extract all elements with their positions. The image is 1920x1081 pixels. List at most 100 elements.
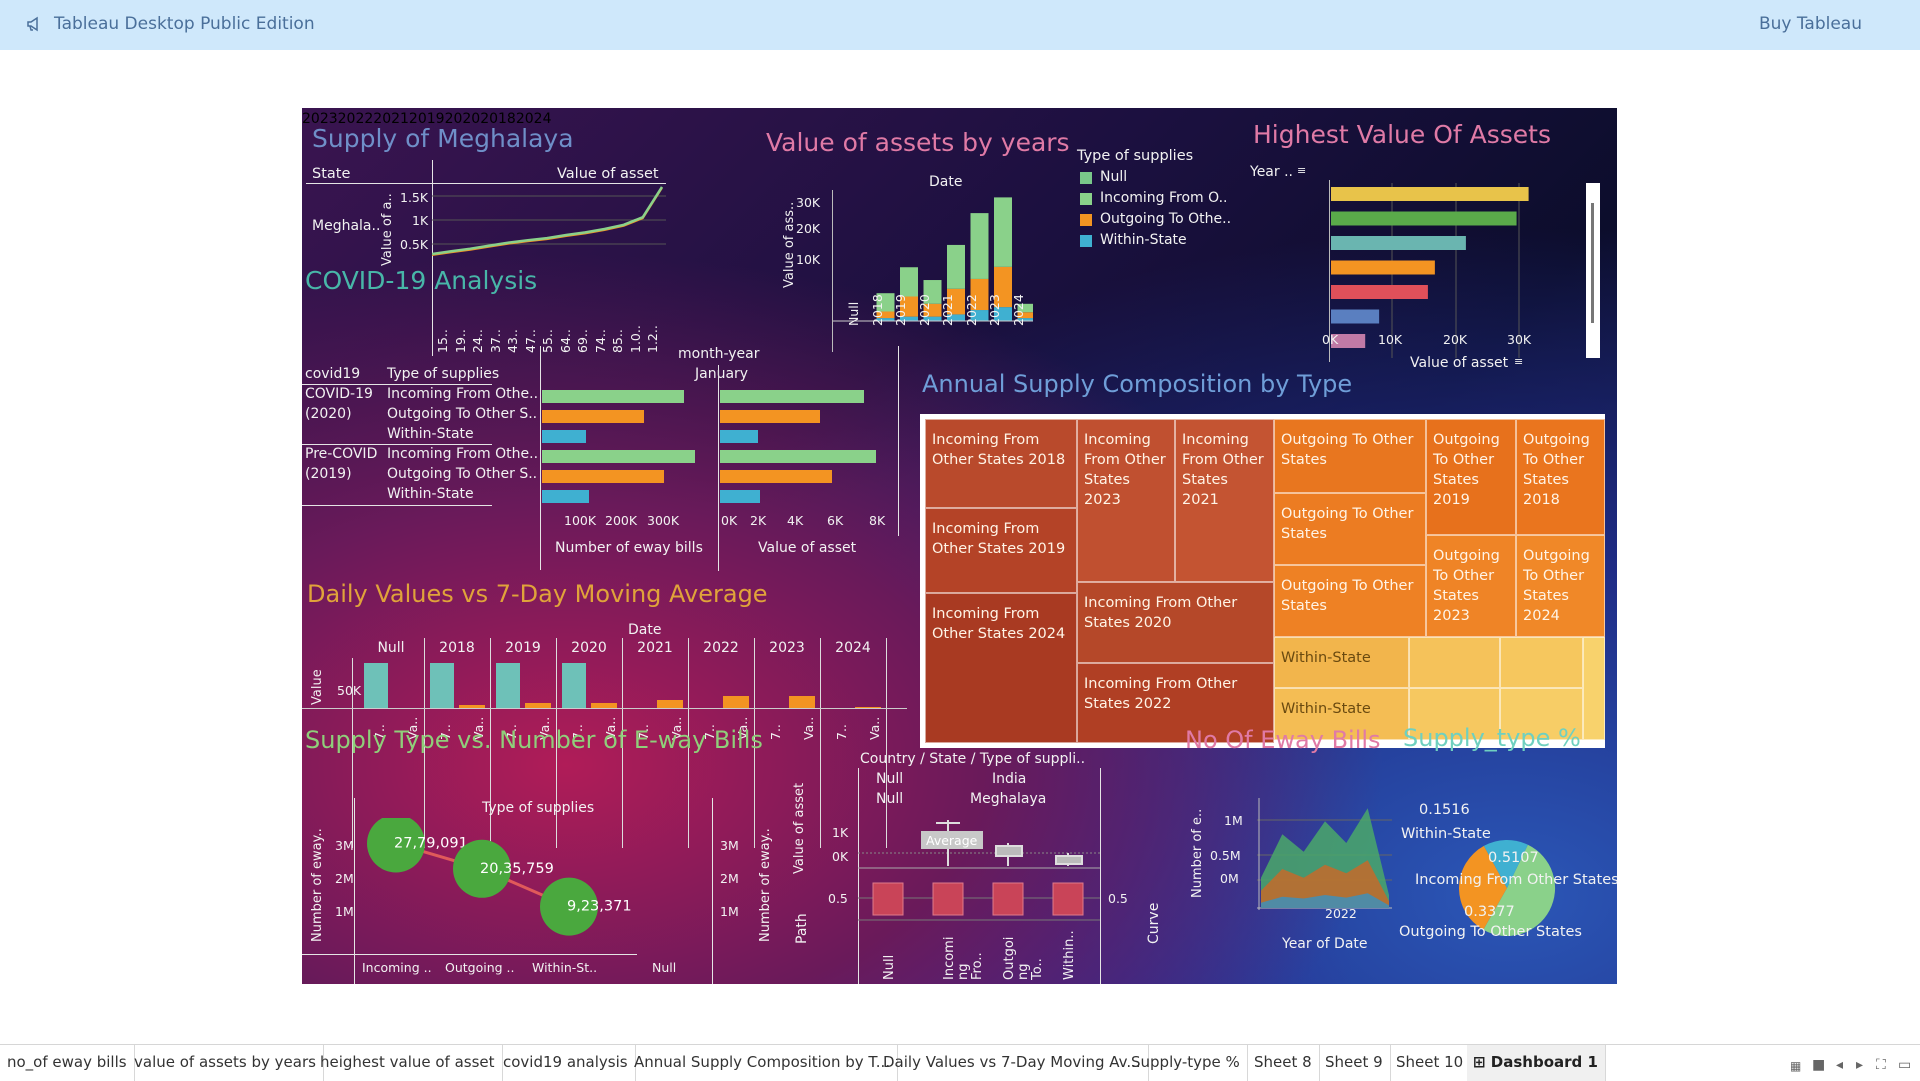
covid-header: month-year <box>678 346 760 362</box>
ytick: 0.5 <box>1108 891 1128 906</box>
bar <box>1331 285 1428 299</box>
covid-bar-value <box>720 450 876 463</box>
treemap-tile[interactable]: Outgoing To Other States <box>1274 493 1426 565</box>
xtick: 2022 <box>1325 906 1357 921</box>
pie-title: Supply_type % <box>1403 724 1581 752</box>
stacked-bar-segment <box>900 267 918 297</box>
covid-bar-value <box>720 470 832 483</box>
treemap-tile[interactable]: Outgoing To Other States 2023 <box>1426 535 1516 637</box>
legend-item[interactable]: Within-State <box>1100 232 1187 248</box>
tab-value-of-assets[interactable]: value of assets by years <box>127 1045 324 1081</box>
xtick: 2K <box>750 513 767 528</box>
show-filmstrip-icon[interactable]: ▦ <box>1790 1059 1801 1073</box>
xtick: 2019 <box>893 294 908 326</box>
treemap-tile[interactable]: Within-State <box>1274 637 1409 688</box>
covid-bar-eway <box>542 430 587 443</box>
highest-year-label: Year .. <box>1250 164 1293 180</box>
treemap-tile[interactable] <box>1409 637 1500 688</box>
tab-heighest-value[interactable]: heighest value of asset <box>313 1045 503 1081</box>
fullscreen-icon[interactable]: ⛶ <box>1876 1057 1886 1073</box>
col-covid: covid19 <box>305 366 361 382</box>
treemap-tile[interactable]: Outgoing To Other States <box>1274 565 1426 637</box>
tab-label: Dashboard 1 <box>1490 1053 1598 1071</box>
stacked-bar-segment <box>947 244 965 289</box>
tab-sheet-9[interactable]: Sheet 9 <box>1318 1045 1391 1081</box>
treemap-tile[interactable]: Incoming From Other States 2019 <box>925 508 1077 593</box>
tab-dashboard-1[interactable]: ⊞ Dashboard 1 <box>1467 1045 1606 1081</box>
year-header: 2020 <box>571 640 607 656</box>
treemap-tile[interactable]: Incoming From Other States 2024 <box>925 593 1077 743</box>
ytick: 0.5K <box>400 237 429 252</box>
meghalaya-title: Supply of Meghalaya <box>312 124 574 153</box>
prev-sheet-icon[interactable]: ◂ <box>1836 1057 1843 1073</box>
line-series <box>432 187 663 256</box>
bar <box>1331 187 1529 201</box>
xtick: 24.. <box>470 329 485 353</box>
tab-sheet-10[interactable]: Sheet 10 <box>1389 1045 1472 1081</box>
covid-bar-value <box>720 410 820 423</box>
xtick: 69.. <box>575 329 590 353</box>
eway-xlabel: Year of Date <box>1282 936 1368 952</box>
ytick: 50K <box>337 683 362 698</box>
treemap-tile[interactable]: Incoming From Other States 2021 <box>1175 419 1274 582</box>
legend-swatch <box>1080 235 1092 247</box>
ytick: 3M <box>720 838 739 853</box>
xtick: 47.. <box>522 329 538 353</box>
xtick: 4K <box>787 513 804 528</box>
pie-label: Outgoing To Other States <box>1399 924 1582 940</box>
year-header: 2024 <box>835 640 871 656</box>
treemap-tile[interactable] <box>1583 637 1605 740</box>
legend-item[interactable]: Outgoing To Othe.. <box>1100 211 1231 227</box>
treemap-tile[interactable]: Outgoing To Other States 2018 <box>1516 419 1605 535</box>
covid-bar-eway <box>542 470 665 483</box>
tab-annual-supply[interactable]: Annual Supply Composition by T... <box>627 1045 899 1081</box>
year-header: 2019 <box>505 640 541 656</box>
box-category: Fro.. <box>970 952 985 980</box>
year-header: 2018 <box>439 640 475 656</box>
stacked-bar-segment <box>994 197 1012 267</box>
tab-covid19-analysis[interactable]: covid19 analysis <box>496 1045 636 1081</box>
covid-month: January <box>695 366 749 382</box>
ytick: 0.5 <box>828 891 848 906</box>
show-tabs-icon[interactable]: ■ <box>1812 1057 1825 1073</box>
dashboard-grid-icon: ⊞ <box>1473 1053 1491 1071</box>
treemap-tile[interactable]: Outgoing To Other States <box>1274 419 1426 493</box>
legend-title: Type of supplies <box>1077 148 1194 164</box>
covid-xlabel: Number of eway bills <box>555 540 703 556</box>
x-axis <box>302 708 907 709</box>
scrollbar[interactable] <box>1586 183 1600 358</box>
treemap-tile[interactable]: Incoming From Other States 2018 <box>925 419 1077 508</box>
eway-area-plot <box>1257 798 1392 910</box>
xtick: 0K <box>721 513 738 528</box>
daily-bar-7day <box>496 663 520 708</box>
covid-group: COVID-19 <box>305 386 373 402</box>
treemap-tile[interactable]: Incoming From Other States 2020 <box>1077 582 1274 663</box>
year-header: 2023 <box>769 640 805 656</box>
treemap-tile[interactable] <box>1500 637 1583 688</box>
tab-supply-type[interactable]: Supply-type % <box>1124 1045 1248 1081</box>
tab-no-of-eway-bills[interactable]: no_of eway bills <box>0 1045 135 1081</box>
legend-item[interactable]: Null <box>1100 169 1127 185</box>
category-label: Within-St.. <box>532 960 598 975</box>
sort-icon[interactable]: ≡ <box>1297 164 1306 177</box>
bar <box>1331 309 1380 324</box>
sort-icon[interactable]: ≡ <box>1514 355 1523 368</box>
buy-tableau-link[interactable]: Buy Tableau <box>1759 14 1862 34</box>
treemap-tile[interactable]: Outgoing To Other States 2019 <box>1426 419 1516 535</box>
xtick: 300K <box>647 513 680 528</box>
xtick: 43.. <box>505 329 520 353</box>
daily-sub-label: Va.. <box>867 716 882 740</box>
legend-item[interactable]: Incoming From O.. <box>1100 190 1228 206</box>
treemap-chart[interactable]: Incoming From Other States 2018 Incoming… <box>920 414 1605 748</box>
tab-sheet-8[interactable]: Sheet 8 <box>1247 1045 1320 1081</box>
covid-bar-eway <box>542 450 696 463</box>
xtick: 85.. <box>610 329 625 353</box>
xtick: 2023 <box>987 294 1002 326</box>
box-category: ng <box>956 963 971 981</box>
next-sheet-icon[interactable]: ▸ <box>1856 1057 1863 1073</box>
tab-daily-values[interactable]: Daily Values vs 7-Day Moving Av... <box>876 1045 1149 1081</box>
treemap-tile[interactable]: Outgoing To Other States 2024 <box>1516 535 1605 637</box>
presentation-icon[interactable]: ▭ <box>1898 1057 1911 1073</box>
ytick: 1M <box>1224 813 1243 828</box>
treemap-tile[interactable]: Incoming From Other States 2023 <box>1077 419 1175 582</box>
